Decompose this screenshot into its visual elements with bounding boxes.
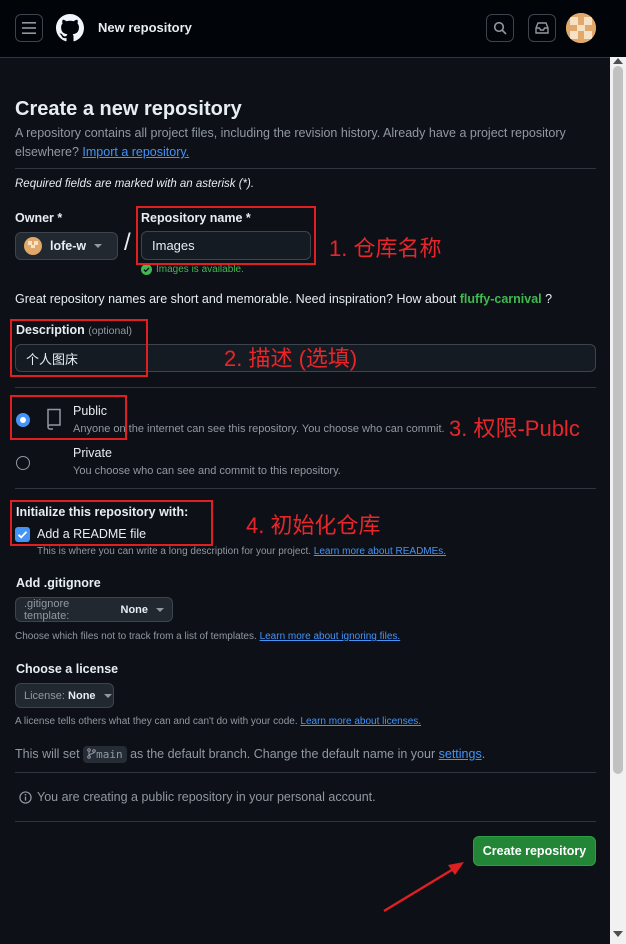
divider — [15, 488, 596, 489]
license-learn-more-link[interactable]: Learn more about licenses. — [300, 716, 421, 727]
owner-label: Owner * — [15, 211, 63, 225]
chevron-down-icon — [156, 607, 164, 612]
annotation-2: 2. 描述 (选填) — [224, 346, 358, 371]
git-branch-icon — [87, 748, 96, 759]
required-note: Required fields are marked with an aster… — [15, 178, 255, 190]
top-header: New repository — [0, 0, 626, 58]
header-title[interactable]: New repository — [98, 20, 192, 35]
annotation-1: 1. 仓库名称 — [329, 236, 442, 261]
gitignore-learn-more-link[interactable]: Learn more about ignoring files. — [260, 631, 401, 642]
annotation-box-3 — [10, 395, 127, 440]
annotation-box-4 — [10, 500, 213, 546]
user-avatar[interactable] — [566, 13, 596, 43]
inbox-button[interactable] — [528, 14, 556, 42]
inbox-icon — [535, 22, 549, 34]
create-repository-button[interactable]: Create repository — [473, 836, 596, 866]
annotation-box-1 — [136, 206, 316, 265]
inspiration-text: Great repository names are short and mem… — [15, 292, 553, 306]
chevron-down-icon — [103, 693, 112, 698]
public-description: Anyone on the internet can see this repo… — [73, 423, 445, 435]
divider — [15, 387, 596, 388]
license-label: Choose a license — [16, 662, 119, 676]
github-logo-icon[interactable] — [56, 14, 84, 42]
scroll-down-arrow-icon[interactable] — [613, 931, 623, 937]
owner-repo-separator: / — [124, 229, 131, 256]
search-icon — [493, 21, 507, 35]
owner-avatar — [24, 237, 42, 255]
divider — [15, 772, 596, 773]
owner-value: lofe-w — [50, 239, 87, 253]
repo-available-status: Images is available. — [141, 264, 244, 275]
readme-description: This is where you can write a long descr… — [37, 546, 447, 557]
divider — [15, 168, 596, 169]
readme-learn-more-link[interactable]: Learn more about READMEs. — [314, 546, 446, 557]
private-radio[interactable] — [16, 456, 30, 470]
public-notice: You are creating a public repository in … — [19, 790, 376, 804]
settings-link[interactable]: settings — [439, 747, 482, 761]
hamburger-icon — [22, 22, 36, 34]
private-description: You choose who can see and commit to thi… — [73, 465, 341, 477]
annotation-4: 4. 初始化仓库 — [246, 513, 381, 538]
default-branch-text: This will set main as the default branch… — [15, 746, 486, 763]
scroll-up-arrow-icon[interactable] — [613, 58, 623, 64]
suggestion-link[interactable]: fluffy-carnival — [460, 292, 542, 306]
info-icon — [19, 790, 32, 804]
gitignore-select[interactable]: .gitignore template: None — [15, 597, 173, 622]
import-repository-link[interactable]: Import a repository. — [82, 145, 189, 159]
annotation-3: 3. 权限-Publc — [449, 416, 580, 441]
page-title: Create a new repository — [15, 98, 242, 120]
license-select[interactable]: License: None — [15, 683, 114, 708]
check-circle-icon — [141, 264, 152, 275]
gitignore-description: Choose which files not to track from a l… — [15, 631, 401, 642]
chevron-down-icon — [94, 244, 103, 248]
license-description: A license tells others what they can and… — [15, 716, 422, 727]
menu-button[interactable] — [15, 14, 43, 42]
divider — [15, 821, 596, 822]
gitignore-label: Add .gitignore — [16, 576, 101, 590]
private-label[interactable]: Private — [73, 446, 112, 460]
owner-select[interactable]: lofe-w — [15, 232, 118, 260]
scrollbar-thumb[interactable] — [613, 66, 623, 774]
page-intro: A repository contains all project files,… — [15, 126, 566, 159]
branch-name: main — [83, 746, 127, 763]
annotation-arrow-icon — [383, 862, 464, 913]
annotation-box-2 — [10, 319, 148, 377]
search-button[interactable] — [486, 14, 514, 42]
